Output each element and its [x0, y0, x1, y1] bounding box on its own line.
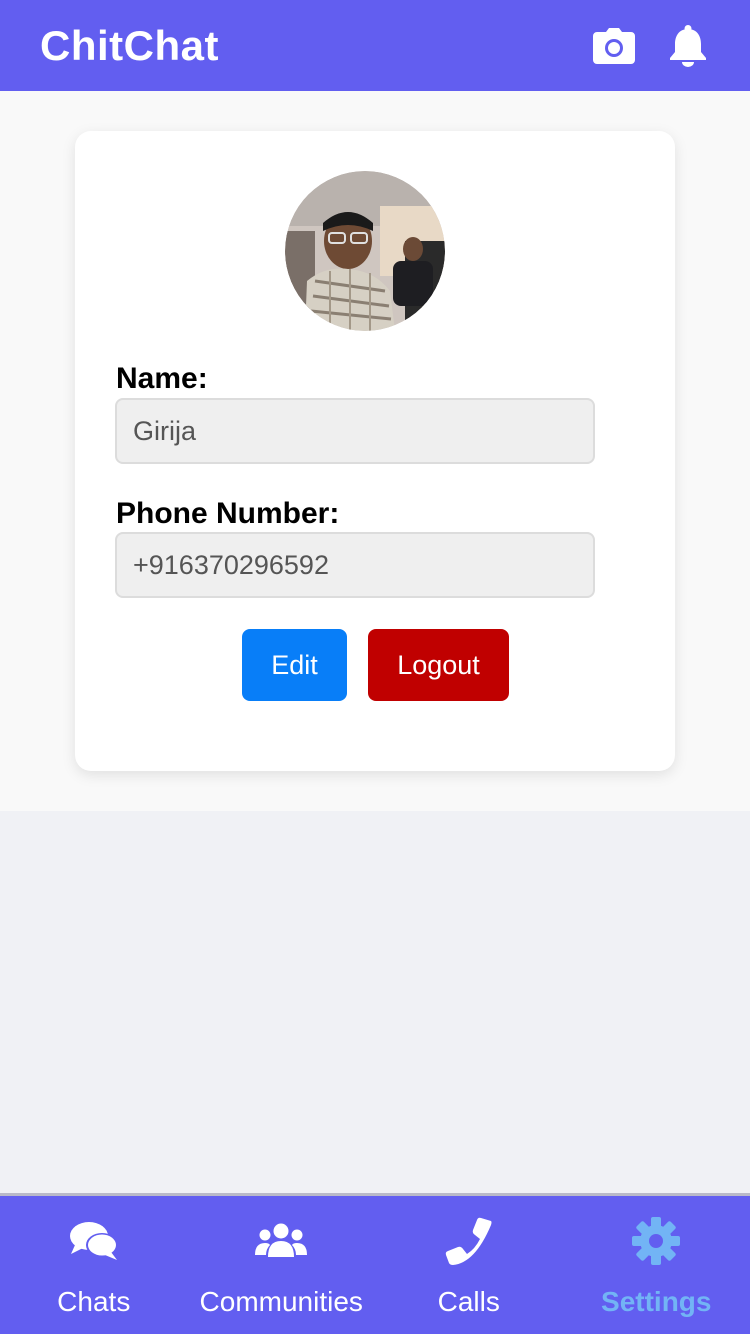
phone-field[interactable] [115, 532, 595, 598]
nav-label-calls: Calls [437, 1286, 500, 1317]
settings-content: Name: Phone Number: Edit Logout [0, 91, 750, 811]
nav-item-calls[interactable]: Calls [375, 1196, 563, 1334]
bell-icon[interactable] [666, 24, 710, 68]
nav-label-communities: Communities [199, 1286, 363, 1317]
top-actions [592, 24, 710, 68]
nav-label-chats: Chats [57, 1286, 131, 1317]
logout-button[interactable]: Logout [368, 629, 509, 701]
nav-label-settings: Settings [601, 1286, 712, 1317]
communities-icon [253, 1216, 309, 1266]
chats-icon [66, 1216, 122, 1266]
profile-card: Name: Phone Number: Edit Logout [75, 131, 675, 771]
name-label: Name: [116, 362, 208, 395]
bottom-nav: Chats Communities Calls Settings [0, 1193, 750, 1334]
phone-icon [441, 1216, 497, 1266]
nav-item-chats[interactable]: Chats [0, 1196, 188, 1334]
camera-icon[interactable] [592, 24, 636, 68]
nav-item-settings[interactable]: Settings [563, 1196, 750, 1334]
app-title: ChitChat [40, 21, 219, 69]
phone-label: Phone Number: [116, 497, 340, 530]
nav-item-communities[interactable]: Communities [188, 1196, 376, 1334]
top-app-bar: ChitChat [0, 0, 750, 91]
gear-icon [628, 1216, 684, 1266]
edit-button[interactable]: Edit [242, 629, 347, 701]
avatar[interactable] [285, 171, 445, 331]
name-field[interactable] [115, 398, 595, 464]
